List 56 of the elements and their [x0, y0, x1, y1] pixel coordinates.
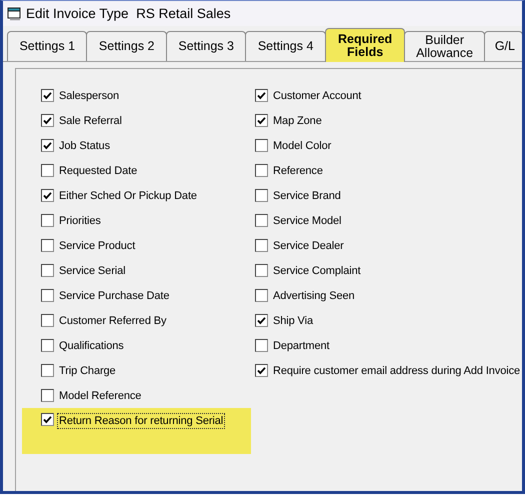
checkbox-label: Customer Account — [272, 88, 362, 104]
checkbox[interactable] — [254, 89, 268, 102]
checkbox-label: Require customer email address during Add Invoice — [272, 364, 521, 378]
checkbox[interactable] — [254, 114, 268, 127]
checkbox[interactable] — [254, 289, 268, 302]
checkbox[interactable] — [41, 314, 54, 327]
checkbox-label: Service Product — [58, 238, 136, 254]
checkbox-label: Return Reason for returning Serial — [57, 413, 226, 429]
checkbox[interactable] — [41, 139, 54, 152]
checkbox[interactable] — [41, 389, 54, 402]
checkbox[interactable] — [41, 164, 54, 177]
checkbox-label: Priorities — [58, 214, 102, 228]
checkbox[interactable] — [254, 214, 268, 227]
checkbox-label: Either Sched Or Pickup Date — [58, 188, 198, 204]
checkbox-label: Requested Date — [58, 164, 138, 178]
checkbox-label: Trip Charge — [58, 364, 117, 378]
checkbox-label: Sale Referral — [58, 114, 123, 128]
checkbox[interactable] — [41, 339, 54, 352]
checkbox[interactable] — [254, 139, 268, 152]
checkbox[interactable] — [41, 89, 54, 102]
checkbox[interactable] — [41, 189, 54, 202]
checkbox[interactable] — [254, 189, 268, 202]
checkbox[interactable] — [254, 164, 268, 177]
window-title: Edit Invoice Type RS Retail Sales — [26, 6, 231, 21]
checkbox[interactable] — [41, 264, 54, 277]
checkbox-label: Service Dealer — [272, 238, 345, 254]
checkbox-label: Ship Via — [272, 314, 314, 328]
checkbox[interactable] — [41, 214, 54, 227]
checkbox-label: Service Purchase Date — [58, 288, 170, 304]
window-icon — [7, 7, 21, 20]
tab[interactable]: Required Fields — [324, 28, 406, 62]
checkbox-label: Map Zone — [272, 114, 323, 128]
checkbox-label: Service Brand — [272, 188, 342, 204]
checkbox[interactable] — [254, 264, 268, 277]
checkbox[interactable] — [41, 289, 54, 302]
checkbox-label: Model Reference — [58, 388, 142, 404]
checkbox-label: Service Complaint — [272, 264, 362, 278]
checkbox[interactable] — [41, 114, 54, 127]
checkbox[interactable] — [254, 239, 268, 252]
checkbox-label: Service Serial — [58, 264, 126, 278]
checkbox[interactable] — [254, 339, 268, 352]
checkbox-label: Job Status — [58, 138, 111, 154]
checkbox[interactable] — [254, 314, 268, 327]
checkbox-label: Model Color — [272, 138, 332, 154]
checkbox-label: Salesperson — [58, 88, 120, 104]
checkbox-label: Advertising Seen — [272, 288, 356, 304]
checkbox[interactable] — [254, 364, 268, 377]
checkbox[interactable] — [41, 239, 54, 252]
checkbox-label: Department — [272, 338, 330, 354]
checkbox-label: Qualifications — [58, 338, 125, 354]
checkbox-label: Reference — [272, 164, 324, 178]
checkbox[interactable] — [41, 364, 54, 377]
tab[interactable]: Settings 1 — [7, 31, 88, 61]
checkbox[interactable] — [41, 413, 54, 426]
checkbox-label: Customer Referred By — [58, 314, 168, 328]
checkbox-label: Service Model — [272, 214, 342, 228]
